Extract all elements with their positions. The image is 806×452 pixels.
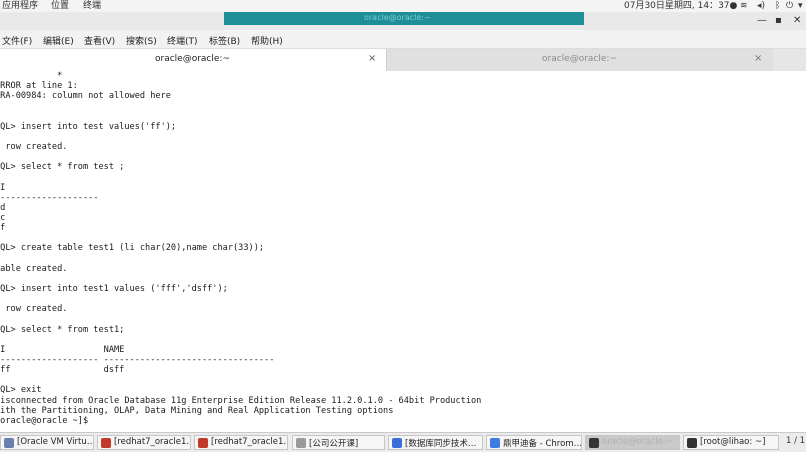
menu-search[interactable]: 搜索(S) [126, 34, 157, 47]
volume-icon[interactable]: ◂) [757, 0, 765, 12]
applications-menu[interactable]: 应用程序 [2, 0, 38, 12]
terminal-line: 1 row created. [0, 141, 68, 152]
terminal-line: dc [0, 212, 6, 223]
menu-file[interactable]: 文件(F) [2, 34, 32, 47]
taskbar-item[interactable]: [数据库同步技术… [388, 435, 483, 450]
minimize-icon[interactable]: — [757, 15, 767, 27]
maximize-icon[interactable]: ▪ [775, 15, 782, 27]
terminal-line: Table created. [0, 263, 68, 274]
top-panel: 应用程序 位置 终端 07月30日星期四, 14：37● ≋ ◂) ᛒ ⏻ ▾ [0, 0, 806, 12]
close-icon[interactable]: ✕ [793, 15, 801, 27]
terminal-line: With the Partitioning, OLAP, Data Mining… [0, 405, 394, 416]
tab-label: oracle@oracle:~ [542, 54, 617, 64]
taskbar-item-label: [数据库同步技术… [405, 439, 477, 449]
terminal-line: LI [0, 182, 6, 193]
menu-edit[interactable]: 编辑(E) [43, 34, 74, 47]
menu-terminal[interactable]: 终端(T) [167, 34, 198, 47]
bluetooth-icon[interactable]: ᛒ [775, 0, 780, 12]
taskbar: [Oracle VM Virtu… [redhat7_oracle1… [redha… [0, 432, 806, 452]
menu-view[interactable]: 查看(V) [84, 34, 115, 47]
taskbar-item-label: 鼎甲迪备 - Chrom… [503, 439, 582, 449]
clock[interactable]: 07月30日星期四, 14：37● [624, 0, 737, 12]
taskbar-item[interactable]: oracle@oracle:~ [585, 435, 680, 450]
taskbar-item-label: [root@lihao: ~] [700, 437, 766, 447]
app-icon [392, 438, 402, 448]
window-title: oracle@oracle:~ [364, 13, 431, 22]
app-icon [198, 438, 208, 448]
taskbar-item-label: [Oracle VM Virtu… [17, 437, 94, 447]
close-icon[interactable]: × [368, 53, 376, 64]
terminal-line: SQL> insert into test1 values ('fff','ds… [0, 283, 228, 294]
taskbar-item-label: [公司公开课] [309, 439, 359, 449]
power-icon[interactable]: ⏻ [786, 0, 793, 12]
chevron-down-icon[interactable]: ▾ [798, 0, 803, 12]
terminal-line: fff dsff [0, 365, 125, 376]
taskbar-item[interactable]: [Oracle VM Virtu… [0, 435, 94, 450]
taskbar-item[interactable]: [root@lihao: ~] [683, 435, 779, 450]
taskbar-item-label: [redhat7_oracle1… [211, 437, 288, 447]
taskbar-item[interactable]: [redhat7_oracle1… [97, 435, 191, 450]
terminal-line: LI NAME [0, 344, 125, 355]
taskbar-item[interactable]: 鼎甲迪备 - Chrom… [486, 435, 582, 450]
close-icon[interactable]: × [754, 53, 762, 64]
tab-bar: oracle@oracle:~ × oracle@oracle:~ × + [0, 49, 806, 115]
app-icon [589, 438, 599, 448]
tab-terminal-1[interactable]: oracle@oracle:~ × [0, 49, 387, 71]
menu-tabs[interactable]: 标签(B) [209, 34, 240, 47]
terminal-line: Disconnected from Oracle Database 11g En… [0, 395, 482, 406]
terminal-line: ERROR at line 1: [0, 81, 78, 92]
app-icon [4, 438, 14, 448]
taskbar-item[interactable]: [公司公开课] [292, 435, 385, 450]
app-icon [296, 438, 306, 448]
tab-terminal-2[interactable]: oracle@oracle:~ × [387, 49, 773, 71]
app-icon [490, 438, 500, 448]
tab-label: oracle@oracle:~ [155, 54, 230, 64]
terminal-line: 1 row created. [0, 304, 68, 315]
terminal-line: SQL> create table test1 (li char(20),nam… [0, 243, 265, 254]
taskbar-item-label: oracle@oracle:~ [602, 437, 673, 447]
terminal-line: SQL> insert into test values('ff'); [0, 121, 177, 132]
app-icon [101, 438, 111, 448]
terminal-text: * ERROR at line 1: ORA-00984: column not a… [0, 71, 481, 426]
window-title-highlight: oracle@oracle:~ [224, 12, 584, 25]
terminal-app-menu[interactable]: 终端 [83, 0, 101, 12]
menu-help[interactable]: 帮助(H) [251, 34, 283, 47]
taskbar-item-label: [redhat7_oracle1… [114, 437, 191, 447]
terminal-line: dd [0, 202, 6, 213]
terminal-line: [oracle@oracle ~]$ [0, 415, 89, 426]
terminal-line: SQL> select * from test1; [0, 324, 125, 335]
taskbar-item[interactable]: [redhat7_oracle1… [194, 435, 288, 450]
terminal-line: -------------------- [0, 192, 99, 203]
terminal-line: SQL> select * from test ; [0, 162, 125, 173]
terminal-line: ff [0, 223, 6, 234]
terminal-output[interactable]: * ERROR at line 1: ORA-00984: column not a… [0, 71, 806, 432]
terminal-line: -------------------- -------------------… [0, 354, 275, 365]
terminal-line: SQL> exit [0, 385, 42, 396]
terminal-line: ORA-00984: column not allowed here [0, 91, 171, 102]
menubar: 文件(F) 编辑(E) 查看(V) 搜索(S) 终端(T) 标签(B) 帮助(H… [0, 30, 806, 49]
terminal-line: * [0, 71, 63, 81]
wifi-icon[interactable]: ≋ [740, 0, 748, 12]
workspace-pager[interactable]: 1 / 1 [786, 436, 805, 446]
app-icon [687, 438, 697, 448]
places-menu[interactable]: 位置 [51, 0, 69, 12]
